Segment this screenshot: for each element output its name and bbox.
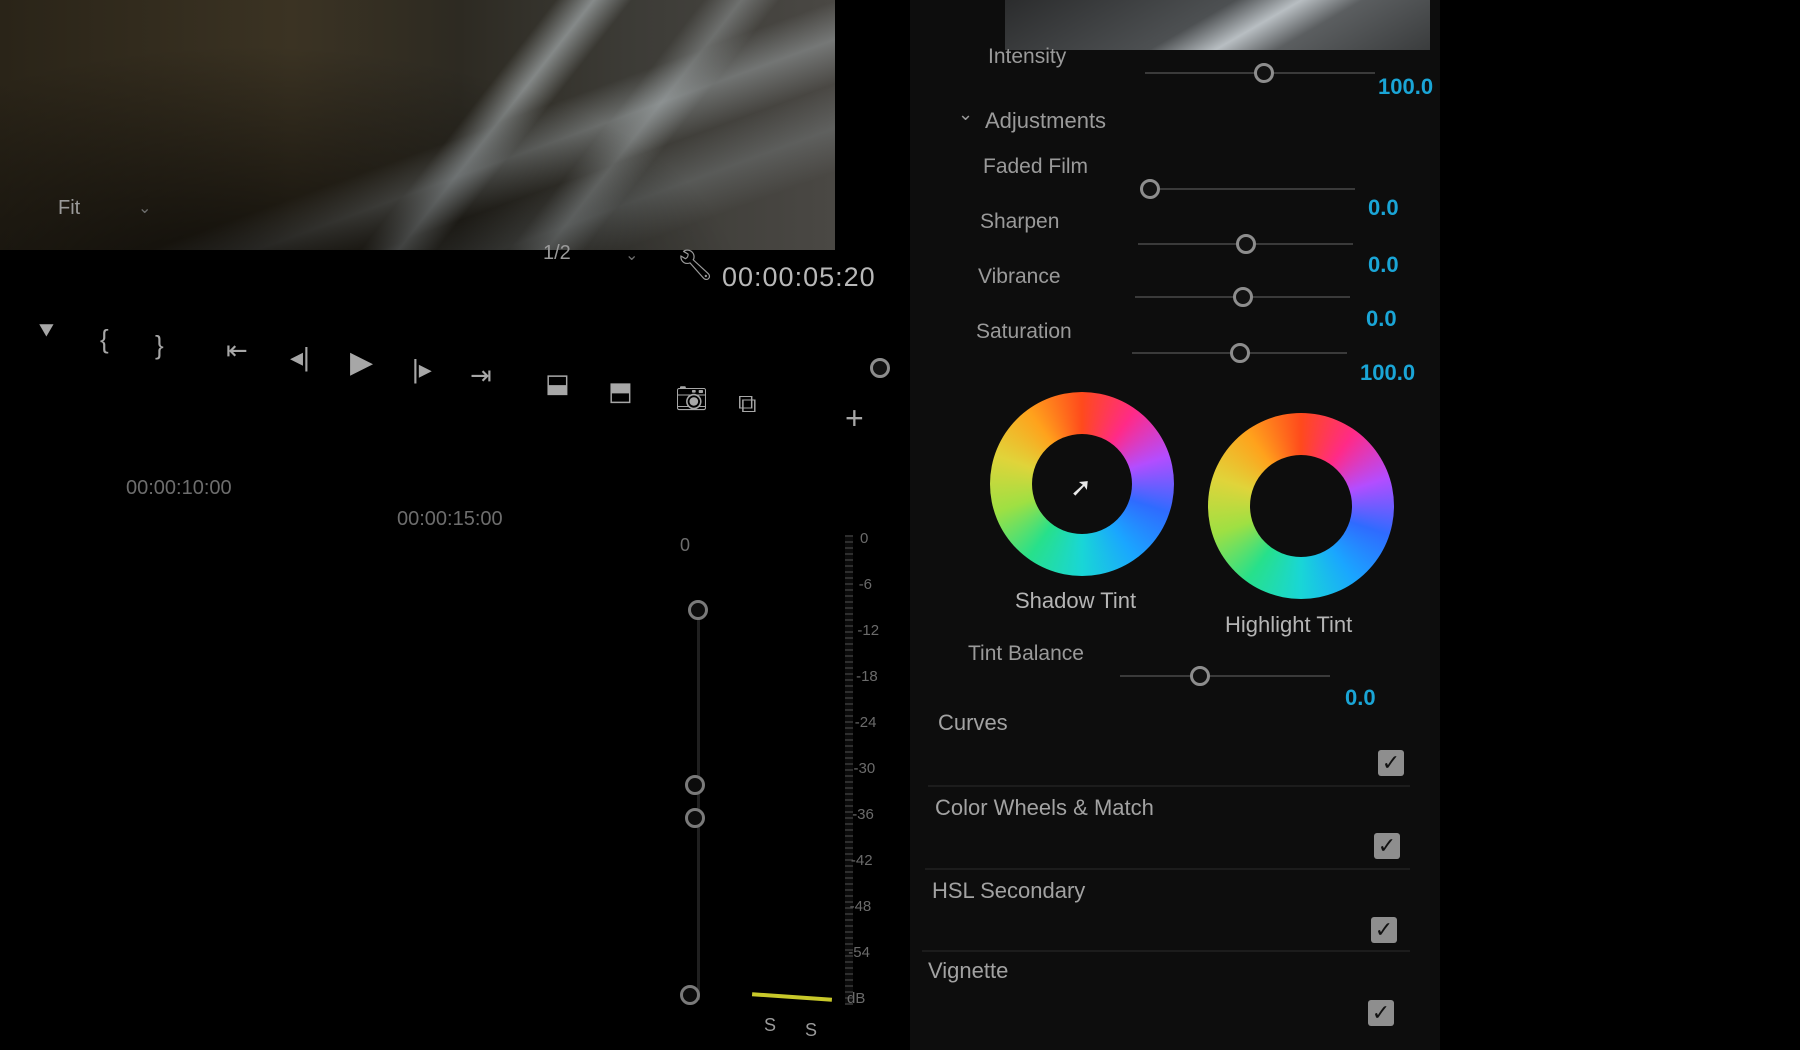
chevron-down-icon[interactable]: ⌄ bbox=[958, 104, 973, 125]
compare-view-icon[interactable]: ⧉ bbox=[738, 390, 757, 416]
slider-handle[interactable] bbox=[1232, 287, 1253, 307]
section-header[interactable]: Curves bbox=[938, 710, 1008, 736]
go-to-in-icon[interactable]: ⇤ bbox=[226, 337, 248, 363]
meter-tick-label: -36 bbox=[852, 806, 874, 823]
tint-balance-slider[interactable] bbox=[1120, 675, 1330, 677]
section-divider bbox=[922, 950, 1410, 952]
ruler-label: 00:00:15:00 bbox=[397, 508, 503, 530]
add-button-icon[interactable]: + bbox=[845, 402, 864, 434]
section-enable-checkbox[interactable]: ✓ bbox=[1368, 1000, 1394, 1026]
mark-in-icon[interactable]: { bbox=[100, 326, 109, 352]
slider-track[interactable] bbox=[1140, 188, 1355, 190]
monitor-scroll-handle[interactable] bbox=[870, 358, 890, 378]
slider-value[interactable]: 0.0 bbox=[1368, 252, 1399, 278]
slider-value[interactable]: 0.0 bbox=[1366, 306, 1397, 332]
slider-label: Sharpen bbox=[980, 210, 1060, 233]
overwrite-icon[interactable]: ⬒ bbox=[608, 378, 633, 404]
slider-handle[interactable] bbox=[1140, 179, 1160, 199]
audio-meter bbox=[845, 535, 853, 1005]
section-header[interactable]: Vignette bbox=[928, 958, 1008, 984]
meter-tick-label: -54 bbox=[848, 944, 870, 961]
go-to-out-icon[interactable]: ⇥ bbox=[470, 362, 492, 388]
section-enable-checkbox[interactable]: ✓ bbox=[1378, 750, 1404, 776]
track-height-rail bbox=[697, 600, 700, 1000]
slider-label: Faded Film bbox=[983, 155, 1089, 178]
tint-balance-slider-handle[interactable] bbox=[1190, 666, 1210, 686]
insert-icon[interactable]: ⬓ bbox=[545, 370, 570, 396]
section-enable-checkbox[interactable]: ✓ bbox=[1371, 917, 1397, 943]
solo-button[interactable]: S bbox=[805, 1020, 817, 1041]
meter-tick-label: -24 bbox=[854, 714, 877, 731]
section-enable-checkbox[interactable]: ✓ bbox=[1374, 833, 1400, 859]
ruler-label: 00:00:10:00 bbox=[126, 477, 232, 499]
current-timecode[interactable]: 00:00:05:20 bbox=[722, 262, 876, 293]
tint-balance-label: Tint Balance bbox=[968, 642, 1084, 665]
meter-tick-label: -48 bbox=[849, 898, 872, 915]
shadow-tint-label: Shadow Tint bbox=[1015, 588, 1137, 613]
play-icon[interactable]: ▶ bbox=[350, 348, 373, 378]
slider-label: Saturation bbox=[976, 320, 1072, 343]
playback-resolution[interactable]: 1/2 bbox=[543, 242, 571, 265]
meter-tick-label: -12 bbox=[857, 622, 880, 639]
audio-level-bar bbox=[751, 992, 833, 1002]
track-height-handle[interactable] bbox=[685, 775, 705, 795]
meter-tick-label: -42 bbox=[850, 852, 873, 869]
slider-handle[interactable] bbox=[1229, 343, 1250, 363]
solo-button[interactable]: S bbox=[764, 1015, 776, 1036]
wrench-icon[interactable]: 🔧︎ bbox=[676, 248, 714, 283]
tint-balance-value[interactable]: 0.0 bbox=[1345, 685, 1376, 711]
slider-handle[interactable] bbox=[1235, 234, 1256, 254]
intensity-value[interactable]: 100.0 bbox=[1378, 74, 1433, 100]
meter-tick-label: 0 bbox=[860, 530, 869, 547]
frame-shadow bbox=[0, 0, 835, 250]
track-scale-top: 0 bbox=[680, 535, 691, 555]
chevron-down-icon[interactable]: ⌄ bbox=[138, 198, 151, 218]
highlight-tint-label: Highlight Tint bbox=[1225, 612, 1353, 637]
section-header[interactable]: Color Wheels & Match bbox=[935, 795, 1154, 821]
track-height-handle[interactable] bbox=[680, 985, 700, 1005]
meter-tick-label: dB bbox=[847, 990, 866, 1007]
creative-look-preview[interactable] bbox=[1005, 0, 1430, 50]
adjustments-header[interactable]: Adjustments bbox=[985, 108, 1106, 134]
section-divider bbox=[925, 868, 1410, 870]
meter-tick-label: -6 bbox=[858, 576, 873, 593]
intensity-label: Intensity bbox=[988, 45, 1067, 68]
track-height-handle[interactable] bbox=[688, 600, 708, 620]
section-divider bbox=[928, 785, 1410, 787]
add-marker-icon[interactable]: ⯆ bbox=[36, 318, 57, 344]
step-forward-icon[interactable]: |▸ bbox=[412, 356, 432, 382]
program-monitor-frame bbox=[0, 0, 835, 250]
slider-value[interactable]: 0.0 bbox=[1368, 195, 1399, 221]
meter-tick-label: -30 bbox=[853, 760, 876, 777]
mark-out-icon[interactable]: } bbox=[155, 332, 164, 358]
highlight-tint-wheel[interactable] bbox=[1208, 413, 1394, 599]
section-header[interactable]: HSL Secondary bbox=[932, 878, 1085, 904]
camera-icon[interactable]: 📷︎ bbox=[675, 385, 708, 411]
zoom-fit-label[interactable]: Fit bbox=[58, 197, 80, 220]
slider-label: Vibrance bbox=[978, 265, 1061, 288]
track-height-handle[interactable] bbox=[685, 808, 705, 828]
chevron-down-icon[interactable]: ⌄ bbox=[625, 245, 638, 265]
meter-tick-label: -18 bbox=[856, 668, 878, 685]
slider-value[interactable]: 100.0 bbox=[1360, 360, 1415, 386]
step-back-icon[interactable]: ◂| bbox=[290, 344, 310, 370]
cursor-icon: ➚ bbox=[1070, 472, 1092, 502]
